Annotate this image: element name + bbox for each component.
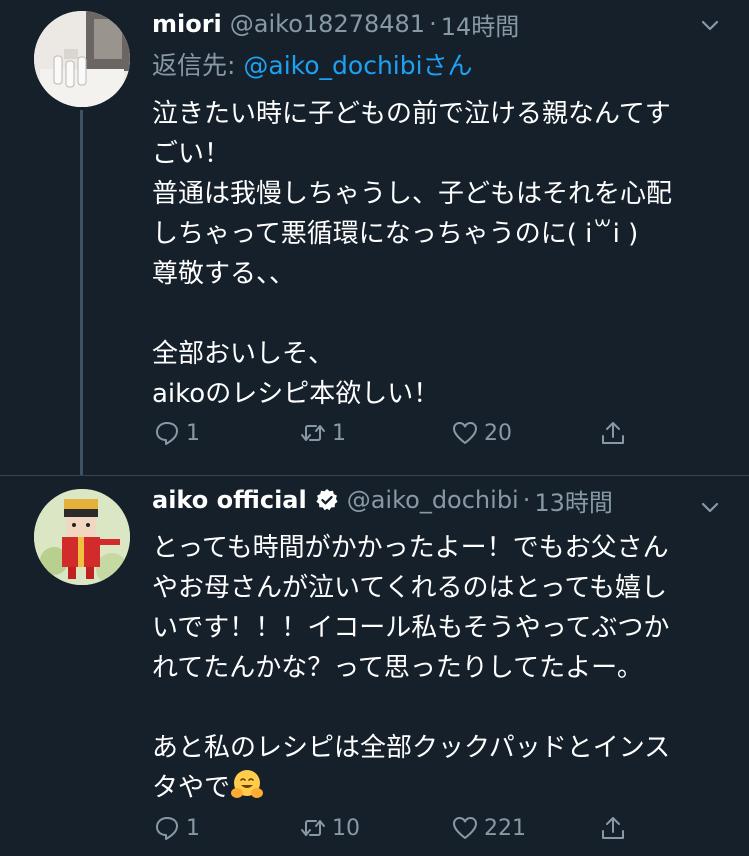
chevron-down-icon[interactable] bbox=[699, 496, 721, 518]
share-icon bbox=[602, 422, 624, 444]
tweet-text-line: いです！！！イコール私もそうやってぶつか bbox=[152, 613, 670, 643]
thread-line bbox=[80, 110, 83, 475]
display-name[interactable]: aiko official bbox=[152, 486, 307, 514]
reply-prefix: 返信先: bbox=[152, 51, 236, 80]
retweet-icon bbox=[301, 820, 325, 836]
reply-icon bbox=[156, 817, 178, 840]
tweet-text: とっても時間がかかったよー！でもお父さん やお母さんが泣いてくれるのはとっても嬉… bbox=[152, 528, 670, 808]
tweet-text-line: やお母さんが泣いてくれるのはとっても嬉し bbox=[152, 573, 668, 603]
tweet-text: 泣きたい時に子どもの前で泣ける親なんてす ごい！ 普通は我慢しちゃうし、子どもは… bbox=[152, 94, 672, 414]
timestamp[interactable]: 14時間 bbox=[441, 7, 520, 42]
display-name[interactable]: miori bbox=[152, 10, 222, 38]
retweet-count: 10 bbox=[332, 815, 360, 841]
tweet-header: miori @aiko18278481 · 14時間 bbox=[152, 6, 519, 42]
tweet-text-line: aikoのレシピ本欲しい！ bbox=[152, 379, 440, 409]
reply-mention-link[interactable]: @aiko_dochibiさん bbox=[243, 51, 472, 80]
chevron-down-icon[interactable] bbox=[699, 14, 721, 36]
tweet-text-line: 尊敬する、、 bbox=[152, 259, 296, 289]
heart-icon bbox=[453, 817, 477, 839]
separator-dot: · bbox=[522, 486, 531, 514]
separator-dot: · bbox=[429, 10, 437, 38]
user-handle[interactable]: @aiko_dochibi bbox=[347, 486, 519, 514]
share-icon bbox=[602, 817, 624, 839]
tweet-text-fragment: タやで bbox=[152, 773, 231, 803]
avatar-aiko-official[interactable] bbox=[34, 489, 130, 585]
tweet-text-line: れてたんかな？って思ったりしてたよー。 bbox=[152, 653, 643, 683]
reply-button[interactable]: 1 bbox=[154, 808, 200, 848]
tweet-text-line: ごい！ bbox=[152, 139, 231, 169]
tweet-text-line: 泣きたい時に子どもの前で泣ける親なんてす bbox=[152, 99, 671, 129]
retweet-button[interactable]: 10 bbox=[300, 808, 360, 848]
tweet-text-line: 全部おいしそ、 bbox=[152, 339, 335, 369]
tweet-header: aiko official @aiko_dochibi · 13時間 bbox=[152, 482, 613, 518]
avatar-miori[interactable] bbox=[34, 11, 130, 107]
tweet-text-line: しちゃって悪循環になっちゃうのに( i꒳i ) bbox=[152, 219, 639, 249]
tweet-aiko-official[interactable]: aiko official @aiko_dochibi · 13時間 とっても時… bbox=[0, 476, 749, 856]
reply-context: 返信先: @aiko_dochibiさん bbox=[152, 46, 473, 82]
share-button[interactable] bbox=[600, 413, 626, 453]
tweet-text-line: あと私のレシピは全部クックパッドとインス bbox=[152, 733, 671, 763]
tweet-text-line bbox=[152, 294, 672, 334]
retweet-count: 1 bbox=[332, 420, 346, 446]
reply-count: 1 bbox=[186, 420, 200, 446]
tweet-actions: 1 1 20 bbox=[152, 413, 642, 453]
timestamp[interactable]: 13時間 bbox=[534, 483, 613, 518]
reply-button[interactable]: 1 bbox=[154, 413, 200, 453]
tweet-miori[interactable]: miori @aiko18278481 · 14時間 返信先: @aiko_do… bbox=[0, 0, 749, 475]
like-count: 221 bbox=[484, 815, 526, 841]
tweet-text-line: 普通は我慢しちゃうし、子どもはそれを心配 bbox=[152, 179, 673, 209]
like-count: 20 bbox=[484, 420, 512, 446]
tweet-text-line-last: タやで bbox=[152, 768, 670, 808]
like-button[interactable]: 221 bbox=[452, 808, 526, 848]
heart-icon bbox=[453, 422, 477, 444]
reply-icon bbox=[156, 422, 178, 445]
tweet-text-line bbox=[152, 688, 670, 728]
retweet-icon bbox=[301, 425, 325, 441]
tweet-actions: 1 10 221 bbox=[152, 808, 642, 848]
like-button[interactable]: 20 bbox=[452, 413, 512, 453]
reply-count: 1 bbox=[186, 815, 200, 841]
verified-badge-icon bbox=[315, 488, 339, 512]
share-button[interactable] bbox=[600, 808, 626, 848]
user-handle[interactable]: @aiko18278481 bbox=[230, 10, 425, 38]
retweet-button[interactable]: 1 bbox=[300, 413, 346, 453]
tweet-text-line: とっても時間がかかったよー！でもお父さん bbox=[152, 533, 669, 563]
hugging-face-emoji-icon bbox=[230, 768, 264, 802]
